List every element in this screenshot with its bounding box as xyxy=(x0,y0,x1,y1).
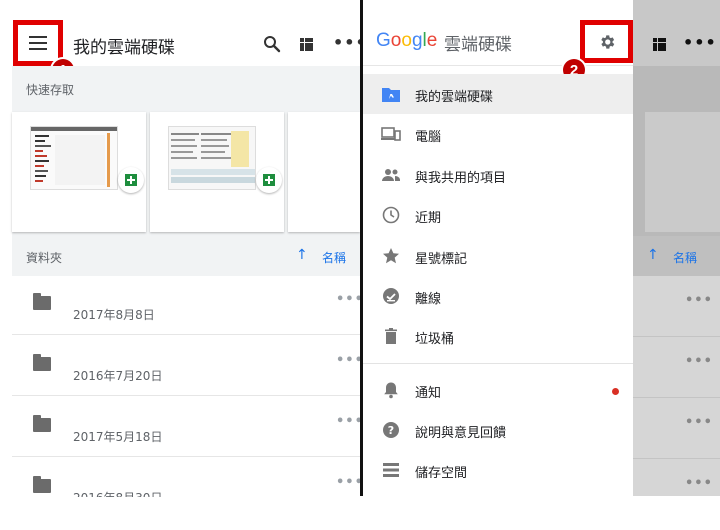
drawer-divider xyxy=(363,363,633,364)
drive-drawer-screen: ••• ↑ 名稱 ••• ••• ••• ••• Google 雲端硬碟 2 我… xyxy=(363,0,720,530)
file-thumbnail xyxy=(168,126,256,190)
nav-item-label: 通知 xyxy=(415,386,442,401)
notification-dot xyxy=(612,388,619,395)
nav-item-label: 電腦 xyxy=(415,130,442,145)
row-divider xyxy=(633,336,720,337)
dimmed-card xyxy=(645,112,720,232)
folder-name: 2016年7月20日 xyxy=(73,369,163,383)
help-icon: ? xyxy=(383,422,399,438)
nav-item-offline[interactable]: 離線 xyxy=(363,276,633,316)
search-icon[interactable] xyxy=(263,35,281,53)
quick-access-carousel xyxy=(12,110,360,236)
folder-name: 2017年5月18日 xyxy=(73,430,163,444)
quick-access-label: 快速存取 xyxy=(26,83,75,97)
folder-icon xyxy=(33,293,51,310)
folders-label: 資料夾 xyxy=(26,251,63,265)
drive-folder-icon xyxy=(382,88,400,102)
nav-item-label: 離線 xyxy=(415,292,442,307)
folder-name: 2016年8月30日 xyxy=(73,489,162,497)
nav-item-shared-with-me[interactable]: 與我共用的項目 xyxy=(363,155,633,195)
sort-by-name-label: 名稱 xyxy=(673,251,698,265)
more-options-icon[interactable]: ••• xyxy=(333,33,360,52)
drawer-title: 雲端硬碟 xyxy=(444,35,512,55)
nav-item-notifications[interactable]: 通知 xyxy=(363,370,633,410)
drawer-header: Google 雲端硬碟 xyxy=(363,0,633,66)
nav-item-label: 我的雲端硬碟 xyxy=(415,90,494,105)
settings-button[interactable] xyxy=(580,20,633,63)
computers-icon xyxy=(381,127,401,141)
folder-row[interactable]: 2017年8月8日 ••• xyxy=(12,276,360,335)
google-logo: Google xyxy=(376,30,438,51)
file-thumbnail xyxy=(30,126,118,190)
more-options-icon: ••• xyxy=(685,293,713,308)
nav-item-starred[interactable]: 星號標記 xyxy=(363,236,633,276)
trash-icon xyxy=(385,328,397,344)
navigation-drawer: Google 雲端硬碟 2 我的雲端硬碟 電腦 與我共用的項目 近期 星號標記 … xyxy=(363,0,633,496)
sort-by-name-button[interactable]: 名稱 xyxy=(322,249,346,266)
folder-icon xyxy=(33,476,51,493)
more-options-icon[interactable]: ••• xyxy=(336,414,360,429)
bell-icon xyxy=(384,382,398,399)
folder-row[interactable]: 2016年8月30日 ••• xyxy=(12,459,360,497)
shared-people-icon xyxy=(382,169,400,181)
more-options-icon[interactable]: ••• xyxy=(336,353,360,368)
nav-item-label: 近期 xyxy=(415,211,442,226)
more-options-icon[interactable]: ••• xyxy=(336,475,360,490)
folder-row[interactable]: 2016年7月20日 ••• xyxy=(12,337,360,396)
google-sheets-icon xyxy=(118,167,144,193)
quick-access-card[interactable] xyxy=(288,112,360,232)
top-app-bar: 我的雲端硬碟 ••• xyxy=(0,0,360,66)
quick-access-card[interactable] xyxy=(150,112,284,232)
hamburger-menu-button[interactable] xyxy=(13,20,63,66)
nav-item-trash[interactable]: 垃圾桶 xyxy=(363,316,633,356)
drive-main-screen: 我的雲端硬碟 ••• 1 快速存取 xyxy=(0,0,360,530)
more-options-icon: ••• xyxy=(683,33,717,52)
nav-item-my-drive[interactable]: 我的雲端硬碟 xyxy=(363,74,633,114)
grid-view-icon xyxy=(653,38,666,51)
nav-item-label: 說明與意見回饋 xyxy=(415,426,507,441)
star-icon xyxy=(383,248,399,264)
more-options-icon: ••• xyxy=(685,354,713,369)
hamburger-icon xyxy=(29,36,47,50)
clock-icon xyxy=(382,206,400,224)
sort-direction-icon[interactable]: ↑ xyxy=(296,247,308,263)
nav-item-label: 星號標記 xyxy=(415,252,468,267)
folder-name: 2017年8月8日 xyxy=(73,308,155,322)
nav-item-storage[interactable]: 儲存空間 xyxy=(363,450,633,490)
dimmed-quick-access xyxy=(633,66,720,110)
google-sheets-icon xyxy=(256,167,282,193)
nav-item-label: 垃圾桶 xyxy=(415,332,455,347)
gear-icon xyxy=(600,34,614,49)
folder-icon xyxy=(33,415,51,432)
storage-icon xyxy=(383,463,399,477)
grid-view-icon[interactable] xyxy=(300,38,313,51)
nav-item-computers[interactable]: 電腦 xyxy=(363,114,633,154)
svg-text:?: ? xyxy=(388,424,394,437)
page-title: 我的雲端硬碟 xyxy=(73,38,175,58)
folders-header: 資料夾 ↑ 名稱 xyxy=(12,236,360,276)
quick-access-card[interactable] xyxy=(12,112,146,232)
row-divider xyxy=(633,397,720,398)
nav-item-help-feedback[interactable]: ? 說明與意見回饋 xyxy=(363,410,633,450)
row-divider xyxy=(633,458,720,459)
sort-direction-icon: ↑ xyxy=(647,247,659,263)
nav-item-label: 與我共用的項目 xyxy=(415,171,507,186)
nav-item-label: 儲存空間 xyxy=(415,466,468,481)
more-options-icon: ••• xyxy=(685,415,713,430)
more-options-icon[interactable]: ••• xyxy=(336,292,360,307)
folder-icon xyxy=(33,354,51,371)
quick-access-header: 快速存取 xyxy=(12,66,360,110)
nav-item-recent[interactable]: 近期 xyxy=(363,195,633,235)
folder-row[interactable]: 2017年5月18日 ••• xyxy=(12,398,360,457)
offline-check-icon xyxy=(383,288,399,304)
more-options-icon: ••• xyxy=(685,476,713,491)
